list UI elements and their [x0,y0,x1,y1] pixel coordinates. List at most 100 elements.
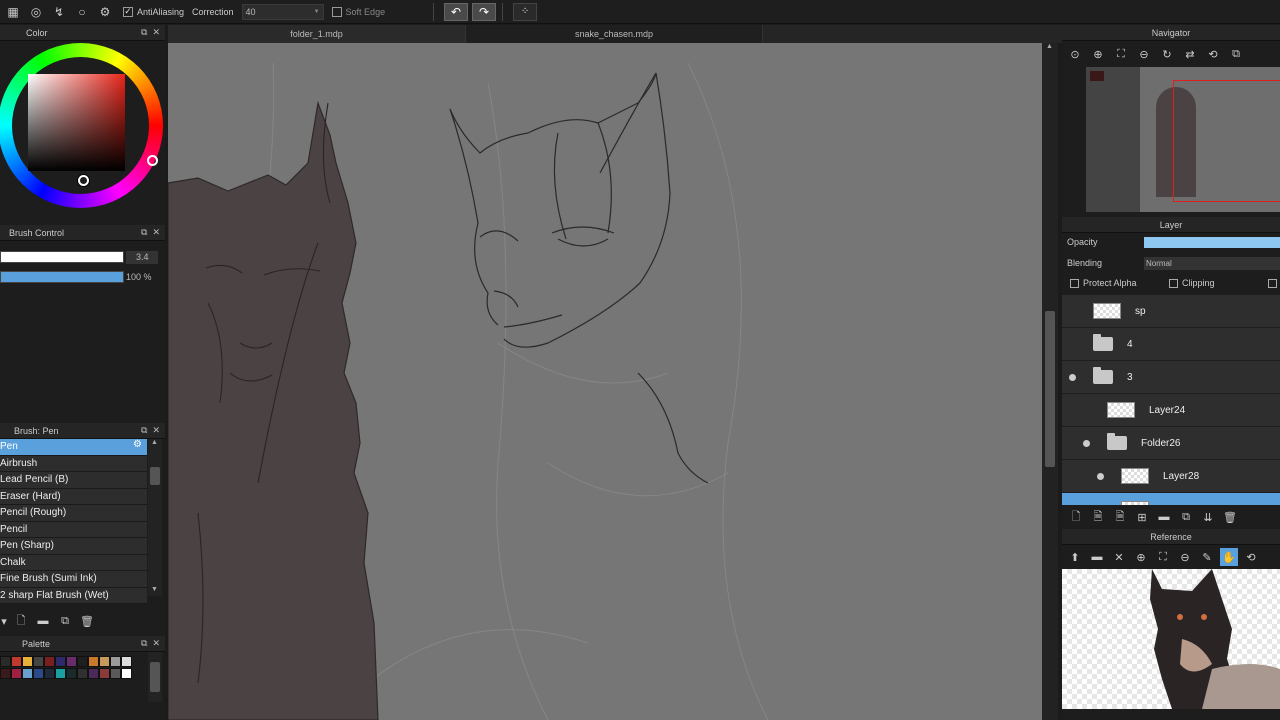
brush-item[interactable]: Pencil (Rough) [0,505,147,522]
layer-opacity-slider[interactable] [1144,237,1280,248]
popout-icon[interactable]: ⧉ [141,227,147,238]
palette-swatch[interactable] [110,656,121,667]
brush-item[interactable]: Pencil [0,521,147,538]
new-folder-icon[interactable]: ▬ [1155,508,1173,526]
popout-icon[interactable]: ⧉ [141,638,147,649]
scroll-thumb[interactable] [150,467,160,485]
tab-folder-1[interactable]: folder_1.mdp [168,25,466,43]
palette-swatch[interactable] [22,656,33,667]
visibility-eye-icon[interactable] [1097,473,1104,480]
brush-settings-icon[interactable]: ⚙ [133,439,142,450]
undo-button[interactable]: ↶ [444,2,469,21]
brush-item[interactable]: Pen [0,439,147,456]
brush-item[interactable]: Chalk [0,554,147,571]
layer-row[interactable]: Folder26 [1062,427,1280,460]
saturation-value-square[interactable] [28,74,125,171]
snap-curve-icon[interactable]: ↯ [49,2,69,22]
palette-scrollbar[interactable] [148,652,162,702]
reference-open-icon[interactable]: ▬ [1088,548,1106,566]
correction-select[interactable]: 40 [241,3,324,20]
delete-layer-icon[interactable]: 🗑 [1221,508,1239,526]
visibility-eye-icon[interactable] [1069,374,1076,381]
brush-size-slider[interactable] [0,251,124,263]
flip-icon[interactable]: ⇄ [1181,45,1199,63]
scroll-up-icon[interactable]: ▲ [1046,43,1053,50]
close-icon[interactable]: ✕ [152,638,160,649]
brush-menu-icon[interactable]: ▾ [0,612,8,630]
reference-zoom-in-icon[interactable]: ⊕ [1132,548,1150,566]
antialiasing-checkbox[interactable]: ✓ [123,6,133,17]
palette-swatch[interactable] [88,656,99,667]
scroll-down-icon[interactable]: ▼ [151,586,158,593]
deselect-button[interactable]: ⁘ [513,2,538,21]
snap-circle-icon[interactable]: ○ [72,2,92,22]
palette-swatch[interactable] [121,656,132,667]
scroll-up-icon[interactable]: ▲ [151,439,158,446]
new-brush-icon[interactable]: 🗋 [12,612,30,630]
popout-icon[interactable]: ⧉ [141,27,147,38]
palette-swatch[interactable] [110,668,121,679]
soft-edge-checkbox[interactable] [331,6,342,17]
layer-row[interactable]: 3 [1062,361,1280,394]
palette-swatch[interactable] [55,656,66,667]
reference-eyedropper-icon[interactable]: ✎ [1198,548,1216,566]
clipping-checkbox[interactable] [1169,279,1178,288]
close-icon[interactable]: ✕ [152,425,160,436]
navigator-view-rect[interactable] [1173,80,1280,202]
lock-checkbox[interactable] [1268,279,1277,288]
brush-folder-icon[interactable]: ▬ [34,612,52,630]
duplicate-brush-icon[interactable]: ⧉ [56,612,74,630]
navigator-options-icon[interactable]: ⧉ [1227,45,1245,63]
delete-brush-icon[interactable]: 🗑 [78,612,96,630]
close-icon[interactable]: ✕ [152,27,160,38]
brush-item[interactable]: Airbrush [0,455,147,472]
fit-window-icon[interactable]: ⛶ [1112,45,1130,63]
redo-button[interactable]: ↷ [472,2,497,21]
palette-swatch[interactable] [88,668,99,679]
palette-swatch[interactable] [33,656,44,667]
brush-item[interactable]: 2 sharp Flat Brush (Wet) [0,587,147,604]
reference-rotate-icon[interactable]: ⟲ [1242,548,1260,566]
snap-off-icon[interactable]: ▦ [3,2,23,22]
navigator-preview[interactable] [1086,67,1280,212]
layer-row[interactable]: sp [1062,295,1280,328]
rotate-icon[interactable]: ↻ [1158,45,1176,63]
palette-swatch[interactable] [77,668,88,679]
palette-swatch[interactable] [55,668,66,679]
hue-handle[interactable] [147,155,158,166]
scroll-thumb[interactable] [150,662,160,692]
palette-swatch[interactable] [66,668,77,679]
new-halftone-layer-icon[interactable]: 🗎 [1089,508,1107,526]
layer-row[interactable]: Layer27 [1062,493,1280,505]
palette-swatch[interactable] [99,656,110,667]
canvas-vertical-scrollbar[interactable]: ▲ [1042,43,1058,720]
color-picker-handle[interactable] [78,175,89,186]
palette-swatch[interactable] [0,668,11,679]
duplicate-layer-icon[interactable]: ⧉ [1177,508,1195,526]
brush-item[interactable]: Eraser (Hard) [0,488,147,505]
reference-image[interactable] [1062,569,1280,709]
palette-swatch[interactable] [11,656,22,667]
reset-view-icon[interactable]: ⟲ [1204,45,1222,63]
scroll-thumb[interactable] [1045,311,1055,467]
popout-icon[interactable]: ⧉ [141,425,147,436]
palette-swatch[interactable] [44,656,55,667]
new-1bit-layer-icon[interactable]: 🗎 [1111,508,1129,526]
palette-swatch[interactable] [22,668,33,679]
zoom-out-icon[interactable]: ⊖ [1135,45,1153,63]
tab-snake-chasen[interactable]: snake_chasen.mdp [466,25,763,43]
merge-layer-icon[interactable]: ⇊ [1199,508,1217,526]
layer-row[interactable]: Layer24 [1062,394,1280,427]
snap-concentric-icon[interactable]: ◎ [26,2,46,22]
brush-item[interactable]: Fine Brush (Sumi Ink) [0,571,147,588]
zoom-in-icon[interactable]: ⊕ [1089,45,1107,63]
palette-swatch[interactable] [0,656,11,667]
protect-alpha-checkbox[interactable] [1070,279,1079,288]
close-icon[interactable]: ✕ [152,227,160,238]
reference-hand-icon[interactable]: ✋ [1220,548,1238,566]
new-layer-menu-icon[interactable]: ⊞ [1133,508,1151,526]
palette-swatch[interactable] [33,668,44,679]
reference-zoom-out-icon[interactable]: ⊖ [1176,548,1194,566]
blending-select[interactable]: Normal [1144,257,1280,270]
brush-item[interactable]: Pen (Sharp) [0,538,147,555]
